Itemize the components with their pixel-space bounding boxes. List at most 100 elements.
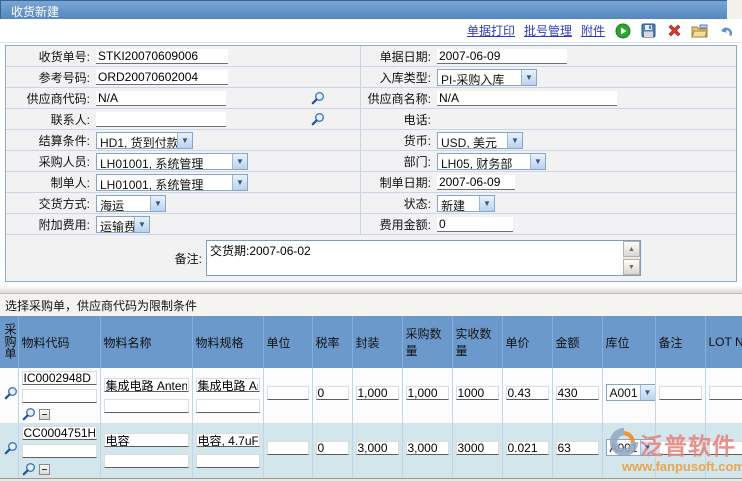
po-qty-input[interactable] xyxy=(406,441,449,455)
row-remark-input[interactable] xyxy=(659,386,702,400)
material-name-input[interactable] xyxy=(104,378,189,392)
textarea-scrollbar[interactable]: ▲ ▼ xyxy=(623,241,640,275)
chevron-down-icon: ▼ xyxy=(150,196,165,211)
po-qty-input[interactable] xyxy=(406,386,449,400)
supplier-name-input[interactable] xyxy=(437,91,617,106)
unit-price-input[interactable] xyxy=(506,441,549,455)
additional-fee-label: 附加费用: xyxy=(6,216,94,233)
create-date-label: 制单日期: xyxy=(361,174,435,191)
col-material-spec: 物料规格 xyxy=(192,316,263,368)
material-lookup-icon[interactable] xyxy=(22,462,36,476)
package-input[interactable] xyxy=(356,441,399,455)
received-qty-input[interactable] xyxy=(456,441,499,455)
supplier-lookup-icon[interactable] xyxy=(311,91,325,105)
supplier-code-label: 供应商代码: xyxy=(6,90,94,107)
material-code-input[interactable] xyxy=(22,426,97,440)
print-document-link[interactable]: 单据打印 xyxy=(467,22,515,39)
material-spec-input[interactable] xyxy=(196,378,260,392)
form-row: 结算条件: HD1, 货到付款▼ 货币: USD, 美元▼ xyxy=(6,130,736,151)
batch-manage-link[interactable]: 批号管理 xyxy=(524,22,572,39)
purchaser-label: 采购人员: xyxy=(6,153,94,170)
col-po-qty: 采购数量 xyxy=(402,316,452,368)
item-row: A001▼ xyxy=(0,423,742,478)
ref-no-input[interactable] xyxy=(96,70,228,85)
material-name-aux-input[interactable] xyxy=(104,454,189,468)
currency-select[interactable]: USD, 美元▼ xyxy=(437,132,523,149)
amount-input[interactable] xyxy=(556,441,599,455)
chevron-down-icon: ▼ xyxy=(232,175,247,190)
fee-amount-input[interactable] xyxy=(437,217,513,232)
tax-rate-input[interactable] xyxy=(316,386,349,400)
po-lookup-icon[interactable] xyxy=(4,386,18,400)
section-divider xyxy=(0,286,742,294)
received-qty-input[interactable] xyxy=(456,386,499,400)
form-row: 备注: ▲ ▼ xyxy=(6,235,736,281)
col-purchase-order: 采购单 xyxy=(0,316,18,368)
supplier-name-label: 供应商名称: xyxy=(361,90,435,107)
chevron-down-icon: ▼ xyxy=(521,70,536,85)
col-tax-rate: 税率 xyxy=(312,316,352,368)
col-package: 封装 xyxy=(352,316,402,368)
material-spec-input[interactable] xyxy=(196,433,260,447)
form-row: 附加费用: 运输费▼ 费用金额: xyxy=(6,214,736,235)
additional-fee-select[interactable]: 运输费▼ xyxy=(96,216,150,233)
scroll-up-icon[interactable]: ▲ xyxy=(623,241,640,257)
lot-no-input[interactable] xyxy=(709,441,742,455)
row-remark-input[interactable] xyxy=(659,441,702,455)
receipt-form: 收货单号: 单据日期: 参考号码: 入库类型: PI-采购入库▼ 供应商代码: xyxy=(5,45,737,282)
unit-price-input[interactable] xyxy=(506,386,549,400)
material-name-aux-input[interactable] xyxy=(104,399,189,413)
material-code-aux-input[interactable] xyxy=(22,444,97,458)
remark-field: ▲ ▼ xyxy=(206,240,641,276)
attachment-link[interactable]: 附件 xyxy=(581,22,605,39)
supplier-code-input[interactable] xyxy=(96,91,226,106)
chevron-down-icon: ▼ xyxy=(232,154,247,169)
remove-row-icon[interactable] xyxy=(39,464,50,475)
remove-row-icon[interactable] xyxy=(39,409,50,420)
material-lookup-icon[interactable] xyxy=(22,407,36,421)
status-select[interactable]: 新建▼ xyxy=(437,195,495,212)
material-name-input[interactable] xyxy=(104,433,189,447)
col-material-name: 物料名称 xyxy=(100,316,192,368)
contact-input[interactable] xyxy=(96,112,226,127)
creator-select[interactable]: LH01001, 系统管理▼ xyxy=(96,174,248,191)
storage-type-select[interactable]: PI-采购入库▼ xyxy=(437,69,537,86)
amount-input[interactable] xyxy=(556,386,599,400)
tax-rate-input[interactable] xyxy=(316,441,349,455)
chevron-down-icon: ▼ xyxy=(134,217,149,232)
location-select[interactable]: A001▼ xyxy=(606,384,656,401)
receipt-no-input[interactable] xyxy=(96,49,228,64)
contact-lookup-icon[interactable] xyxy=(311,112,325,126)
chevron-down-icon: ▼ xyxy=(640,440,655,455)
doc-date-input[interactable] xyxy=(437,49,567,64)
form-row: 采购人员: LH01001, 系统管理▼ 部门: LH05, 财务部▼ xyxy=(6,151,736,172)
po-lookup-icon[interactable] xyxy=(4,441,18,455)
items-header-row: 采购单 物料代码 物料名称 物料规格 单位 税率 封装 采购数量 实收数量 单价… xyxy=(0,316,742,368)
material-code-input[interactable] xyxy=(22,371,97,385)
phone-label: 电话: xyxy=(361,111,435,128)
submit-icon[interactable] xyxy=(615,23,631,39)
department-select[interactable]: LH05, 财务部▼ xyxy=(437,153,546,170)
remark-textarea[interactable] xyxy=(207,241,623,275)
package-input[interactable] xyxy=(356,386,399,400)
toolbar: 单据打印 批号管理 附件 xyxy=(0,19,742,43)
delivery-method-select[interactable]: 海运▼ xyxy=(96,195,166,212)
folder-icon[interactable] xyxy=(691,24,708,38)
undo-icon[interactable] xyxy=(718,24,734,38)
create-date-input[interactable] xyxy=(437,175,515,190)
save-icon[interactable] xyxy=(641,23,656,38)
storage-type-label: 入库类型: xyxy=(361,69,435,86)
scroll-down-icon[interactable]: ▼ xyxy=(623,259,640,275)
purchaser-select[interactable]: LH01001, 系统管理▼ xyxy=(96,153,248,170)
lot-no-input[interactable] xyxy=(709,386,742,400)
material-spec-aux-input[interactable] xyxy=(196,399,260,413)
chevron-down-icon: ▼ xyxy=(479,196,494,211)
unit-input[interactable] xyxy=(267,441,309,455)
location-select[interactable]: A001▼ xyxy=(606,439,656,456)
material-spec-aux-input[interactable] xyxy=(196,454,260,468)
settlement-terms-select[interactable]: HD1, 货到付款▼ xyxy=(96,132,193,149)
unit-input[interactable] xyxy=(267,386,309,400)
material-code-aux-input[interactable] xyxy=(22,389,97,403)
creator-label: 制单人: xyxy=(6,174,94,191)
delete-icon[interactable] xyxy=(666,23,681,38)
